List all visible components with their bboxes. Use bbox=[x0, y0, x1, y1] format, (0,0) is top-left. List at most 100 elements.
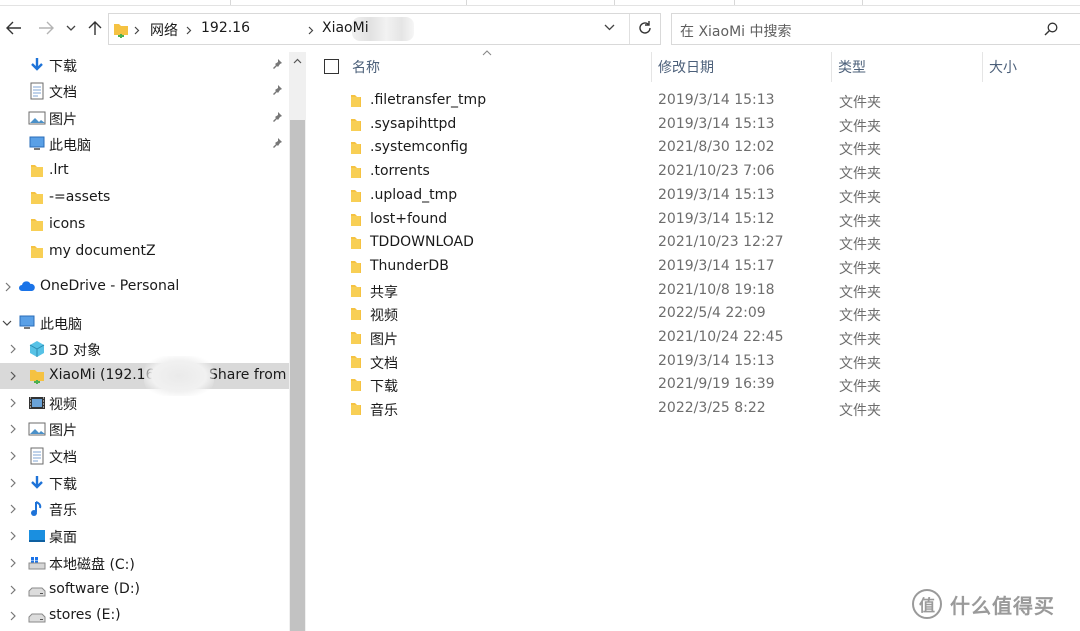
table-row[interactable]: 下载 2021/9/19 16:39 文件夹 bbox=[306, 373, 1080, 397]
drive-icon bbox=[28, 613, 46, 623]
table-row[interactable]: .torrents 2021/10/23 7:06 文件夹 bbox=[306, 160, 1080, 184]
table-row[interactable]: TDDOWNLOAD 2021/10/23 12:27 文件夹 bbox=[306, 231, 1080, 255]
chevron-right-icon[interactable] bbox=[10, 611, 17, 621]
file-type: 文件夹 bbox=[839, 332, 881, 348]
breadcrumb-current[interactable]: XiaoMi bbox=[322, 20, 369, 36]
scroll-up-arrow-icon[interactable] bbox=[293, 58, 302, 64]
sidebar-item-label: OneDrive - Personal bbox=[40, 278, 180, 294]
sidebar-item-pictures[interactable]: 图片 bbox=[0, 105, 289, 131]
watermark-logo: 值 bbox=[912, 589, 942, 619]
file-type: 文件夹 bbox=[839, 213, 881, 230]
chevron-right-icon[interactable] bbox=[10, 424, 17, 434]
sidebar-item-downloads-pc[interactable]: 下载 bbox=[0, 470, 289, 496]
sidebar-item-label: 文档 bbox=[49, 85, 77, 101]
table-row[interactable]: ThunderDB 2019/3/14 15:17 文件夹 bbox=[306, 255, 1080, 279]
back-button[interactable] bbox=[2, 12, 26, 44]
select-all-checkbox[interactable] bbox=[324, 59, 339, 74]
chevron-down-icon bbox=[66, 25, 76, 31]
up-button[interactable] bbox=[84, 12, 106, 44]
table-row[interactable]: 共享 2021/10/8 19:18 文件夹 bbox=[306, 279, 1080, 303]
scrollbar-thumb[interactable] bbox=[290, 120, 305, 631]
column-header-type[interactable]: 类型 bbox=[838, 52, 866, 82]
drive-icon bbox=[28, 587, 46, 597]
sidebar-item-pictures-pc[interactable]: 图片 bbox=[0, 416, 289, 442]
search-box[interactable]: 在 XiaoMi 中搜索 bbox=[671, 13, 1080, 45]
folder-icon bbox=[351, 403, 361, 416]
column-header-name[interactable]: 名称 bbox=[352, 52, 380, 82]
sidebar-item-3d-objects[interactable]: 3D 对象 bbox=[0, 336, 289, 362]
chevron-right-icon[interactable] bbox=[10, 398, 17, 408]
sidebar-item-drive-e[interactable]: stores (E:) bbox=[0, 603, 289, 629]
chevron-right-icon[interactable] bbox=[5, 282, 12, 292]
chevron-right-icon[interactable] bbox=[10, 478, 17, 488]
pin-icon[interactable] bbox=[271, 137, 283, 149]
sidebar-item-this-pc-pinned[interactable]: 此电脑 bbox=[0, 131, 289, 157]
file-type: 文件夹 bbox=[839, 284, 881, 301]
sidebar-item-drive-d[interactable]: software (D:) bbox=[0, 577, 289, 603]
sidebar-item-videos[interactable]: 视频 bbox=[0, 390, 289, 416]
chevron-right-icon[interactable] bbox=[10, 558, 17, 568]
network-folder-icon bbox=[114, 24, 128, 38]
breadcrumb-host[interactable]: 192.16 bbox=[201, 20, 250, 36]
table-row[interactable]: 视频 2022/5/4 22:09 文件夹 bbox=[306, 302, 1080, 326]
sidebar-item-label: stores (E:) bbox=[49, 607, 121, 623]
pin-icon[interactable] bbox=[271, 84, 283, 96]
chevron-right-icon[interactable] bbox=[10, 371, 17, 381]
chevron-right-icon[interactable] bbox=[10, 585, 17, 595]
column-header-modified[interactable]: 修改日期 bbox=[658, 52, 714, 82]
sidebar-item-folder-icons[interactable]: icons bbox=[0, 212, 289, 238]
sidebar-item-folder-assets[interactable]: -=assets bbox=[0, 185, 289, 211]
folder-icon bbox=[31, 219, 43, 231]
sidebar-item-label: 桌面 bbox=[49, 530, 77, 546]
file-modified-date: 2019/3/14 15:13 bbox=[658, 92, 775, 108]
column-divider[interactable] bbox=[651, 52, 652, 82]
sidebar-item-label: 此电脑 bbox=[40, 317, 82, 333]
column-header-size[interactable]: 大小 bbox=[989, 52, 1017, 82]
refresh-icon[interactable] bbox=[636, 19, 654, 37]
sidebar-item-drive-c[interactable]: 本地磁盘 (C:) bbox=[0, 550, 289, 576]
sidebar-item-downloads[interactable]: 下载 bbox=[0, 52, 289, 78]
pin-icon[interactable] bbox=[271, 111, 283, 123]
column-divider[interactable] bbox=[831, 52, 832, 82]
folder-icon bbox=[351, 284, 361, 297]
sidebar-item-music[interactable]: 音乐 bbox=[0, 496, 289, 522]
folder-icon bbox=[351, 237, 361, 250]
sidebar-scrollbar[interactable] bbox=[289, 52, 306, 631]
sidebar-item-this-pc[interactable]: 此电脑 bbox=[0, 310, 289, 336]
sidebar-item-label: 下载 bbox=[49, 477, 77, 493]
sidebar-item-folder-my-documentz[interactable]: my documentZ bbox=[0, 239, 289, 265]
sidebar-item-documents[interactable]: 文档 bbox=[0, 78, 289, 104]
breadcrumb-network[interactable]: 网络 bbox=[150, 20, 178, 40]
sidebar-item-label: 图片 bbox=[49, 423, 77, 439]
table-row[interactable]: .filetransfer_tmp 2019/3/14 15:13 文件夹 bbox=[306, 89, 1080, 113]
chevron-down-icon[interactable] bbox=[604, 24, 615, 31]
folder-icon bbox=[31, 165, 43, 177]
column-divider[interactable] bbox=[982, 52, 983, 82]
sidebar-item-documents-pc[interactable]: 文档 bbox=[0, 443, 289, 469]
sidebar-item-onedrive[interactable]: OneDrive - Personal bbox=[0, 274, 289, 300]
chevron-right-icon[interactable] bbox=[10, 531, 17, 541]
sidebar-item-desktop[interactable]: 桌面 bbox=[0, 523, 289, 549]
table-row[interactable]: .sysapihttpd 2019/3/14 15:13 文件夹 bbox=[306, 113, 1080, 137]
address-bar[interactable]: 网络 192.16 XiaoMi bbox=[108, 13, 661, 45]
arrow-right-icon bbox=[39, 21, 54, 35]
sidebar-item-label: 视频 bbox=[49, 397, 77, 413]
table-row[interactable]: 文档 2019/3/14 15:13 文件夹 bbox=[306, 350, 1080, 374]
sidebar-item-xiaomi[interactable]: XiaoMi (192.16 Share from r bbox=[0, 356, 289, 396]
chevron-down-icon[interactable] bbox=[2, 320, 12, 327]
chevron-right-icon[interactable] bbox=[10, 451, 17, 461]
file-list-pane: 名称 修改日期 类型 大小 .filetransfer_tmp 2019/3/14… bbox=[306, 50, 1080, 631]
table-row[interactable]: lost+found 2019/3/14 15:12 文件夹 bbox=[306, 208, 1080, 232]
chevron-right-icon[interactable] bbox=[10, 344, 17, 354]
recent-locations-button[interactable] bbox=[63, 12, 79, 44]
table-row[interactable]: .upload_tmp 2019/3/14 15:13 文件夹 bbox=[306, 184, 1080, 208]
sidebar-item-label: XiaoMi (192.16 bbox=[49, 367, 155, 383]
table-row[interactable]: .systemconfig 2021/8/30 12:02 文件夹 bbox=[306, 136, 1080, 160]
chevron-right-icon[interactable] bbox=[10, 504, 17, 514]
pin-icon[interactable] bbox=[271, 58, 283, 70]
search-icon[interactable] bbox=[1044, 22, 1058, 36]
sidebar-item-folder-lrt[interactable]: .lrt bbox=[0, 158, 289, 184]
table-row[interactable]: 图片 2021/10/24 22:45 文件夹 bbox=[306, 326, 1080, 350]
table-row[interactable]: 音乐 2022/3/25 8:22 文件夹 bbox=[306, 397, 1080, 421]
forward-button[interactable] bbox=[34, 12, 58, 44]
